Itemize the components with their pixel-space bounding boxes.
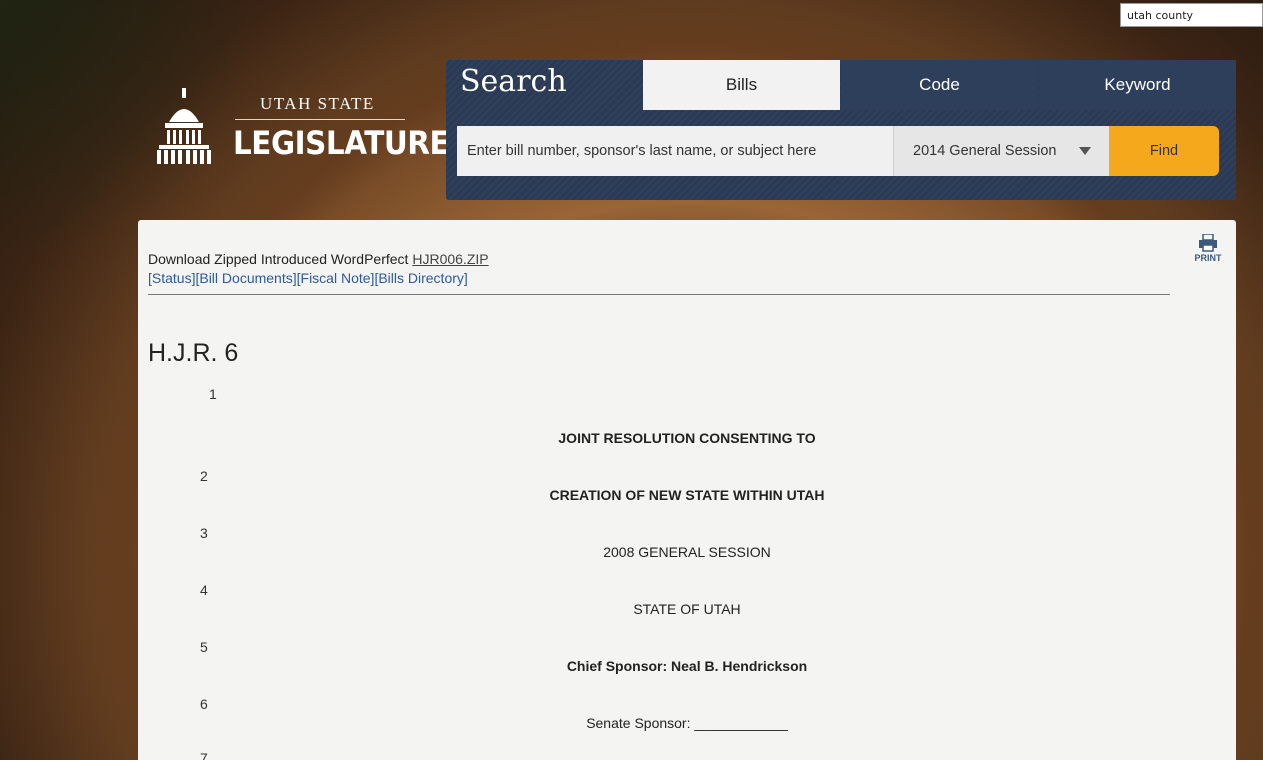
- bill-text-line: Chief Sponsor: Neal B. Hendrickson: [566, 658, 808, 674]
- tab-keyword[interactable]: Keyword: [1039, 60, 1236, 110]
- bill-documents-link[interactable]: [Bill Documents]: [195, 270, 296, 286]
- site-logo[interactable]: UTAH STATE LEGISLATURE: [155, 86, 450, 176]
- search-title: Search: [460, 64, 567, 99]
- line-number: 5: [200, 639, 208, 655]
- bill-text-line: JOINT RESOLUTION CONSENTING TO: [558, 430, 816, 446]
- session-select[interactable]: 2014 General Session: [893, 126, 1109, 176]
- download-line: Download Zipped Introduced WordPerfect H…: [148, 251, 489, 267]
- line-number: 4: [200, 582, 208, 598]
- session-select-value: 2014 General Session: [913, 143, 1057, 159]
- bill-text-line: STATE OF UTAH: [633, 601, 741, 617]
- logo-line-2: LEGISLATURE: [233, 124, 450, 162]
- line-number: 2: [200, 468, 208, 484]
- bill-nav-links: [Status][Bill Documents][Fiscal Note][Bi…: [148, 270, 468, 286]
- line-number: 7: [200, 750, 208, 760]
- download-zip-link[interactable]: HJR006.ZIP: [412, 251, 488, 267]
- fiscal-note-link[interactable]: [Fiscal Note]: [297, 270, 375, 286]
- bill-text-line: CREATION OF NEW STATE WITHIN UTAH: [549, 487, 825, 503]
- bills-directory-link[interactable]: [Bills Directory]: [374, 270, 467, 286]
- line-number: 3: [200, 525, 208, 541]
- capitol-dome-icon: [157, 88, 211, 164]
- bill-text-line: Senate Sponsor: ____________: [586, 715, 788, 731]
- chevron-down-icon: [1079, 147, 1091, 155]
- printer-icon: [1199, 234, 1217, 252]
- bill-search-input[interactable]: [457, 126, 893, 176]
- bill-text-line: 2008 GENERAL SESSION: [603, 544, 771, 560]
- print-label: PRINT: [1194, 253, 1222, 263]
- line-number: 6: [200, 696, 208, 712]
- search-panel: Search Bills Code Keyword 2014 General S…: [446, 60, 1236, 200]
- status-link[interactable]: [Status]: [148, 270, 195, 286]
- line-number: 1: [209, 386, 217, 402]
- browser-search-input[interactable]: [1120, 3, 1263, 27]
- divider: [148, 294, 1170, 295]
- bill-title: H.J.R. 6: [148, 339, 239, 367]
- download-text: Download Zipped Introduced WordPerfect: [148, 251, 409, 267]
- tab-bills[interactable]: Bills: [643, 60, 840, 110]
- logo-line-1: UTAH STATE: [260, 94, 375, 113]
- tab-code[interactable]: Code: [841, 60, 1038, 110]
- find-button[interactable]: Find: [1109, 126, 1219, 176]
- bill-content: PRINT Download Zipped Introduced WordPer…: [138, 220, 1236, 760]
- logo-divider: [235, 119, 405, 120]
- print-button[interactable]: PRINT: [1190, 234, 1226, 263]
